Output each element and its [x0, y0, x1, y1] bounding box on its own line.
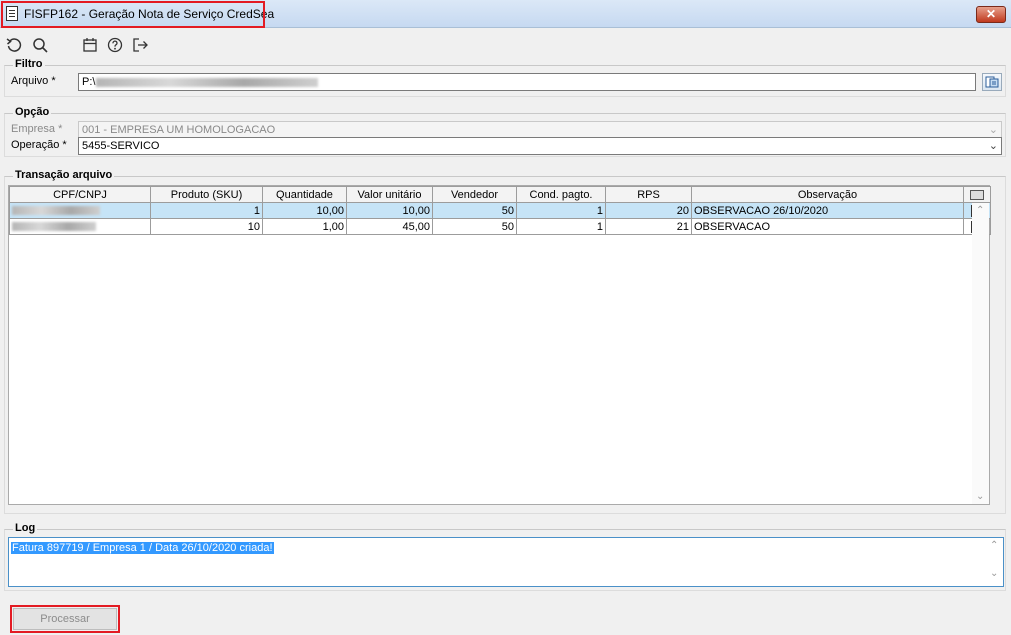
select-all-icon[interactable] — [970, 189, 984, 200]
obs-cell: OBSERVACAO 26/10/2020 — [691, 202, 964, 219]
cpf-cell — [9, 218, 151, 235]
browse-file-button[interactable] — [982, 73, 1002, 91]
valor-cell: 45,00 — [346, 218, 433, 235]
filtro-title: Filtro — [13, 58, 45, 70]
chevron-down-icon[interactable]: ⌄ — [989, 139, 998, 152]
calendar-icon[interactable] — [81, 36, 99, 54]
cpf-cell — [9, 202, 151, 219]
log-message: Fatura 897719 / Empresa 1 / Data 26/10/2… — [11, 542, 274, 554]
select-all-header[interactable] — [963, 186, 991, 203]
log-textarea[interactable]: Fatura 897719 / Empresa 1 / Data 26/10/2… — [8, 537, 1004, 587]
vendedor-cell: 50 — [432, 218, 517, 235]
redacted-path — [96, 77, 319, 87]
operacao-value: 5455-SERVICO — [82, 140, 160, 152]
rps-cell: 21 — [605, 218, 692, 235]
chevron-down-icon: ⌄ — [988, 124, 998, 136]
arquivo-value: P:\ — [82, 76, 96, 88]
scroll-up-icon[interactable]: ⌃ — [976, 205, 984, 216]
close-button[interactable]: ✕ — [976, 6, 1006, 23]
redacted-cpf — [12, 222, 96, 232]
valor-cell: 10,00 — [346, 202, 433, 219]
column-header[interactable]: Cond. pagto. — [516, 186, 606, 203]
column-header[interactable]: Vendedor — [432, 186, 517, 203]
search-icon[interactable] — [31, 36, 49, 54]
redacted-cpf — [12, 206, 100, 216]
column-header[interactable]: Quantidade — [262, 186, 347, 203]
undo-icon[interactable] — [5, 36, 23, 54]
operacao-label: Operação * — [11, 139, 67, 151]
empresa-value: 001 - EMPRESA UM HOMOLOGACAO — [82, 124, 276, 136]
column-header[interactable]: Valor unitário — [346, 186, 433, 203]
column-header[interactable]: Produto (SKU) — [150, 186, 263, 203]
rps-cell: 20 — [605, 202, 692, 219]
operacao-select[interactable]: 5455-SERVICO ⌄ — [78, 137, 1002, 155]
empresa-label: Empresa * — [11, 123, 63, 135]
transacao-table: CPF/CNPJ Produto (SKU) Quantidade Valor … — [8, 185, 991, 505]
table-header-row: CPF/CNPJ Produto (SKU) Quantidade Valor … — [9, 186, 991, 203]
obs-cell: OBSERVACAO — [691, 218, 964, 235]
quantidade-cell: 1,00 — [262, 218, 347, 235]
scroll-down-icon[interactable]: ⌄ — [976, 491, 984, 502]
scroll-up-icon[interactable]: ⌃ — [990, 540, 998, 551]
column-header[interactable]: Observação — [691, 186, 964, 203]
quantidade-cell: 10,00 — [262, 202, 347, 219]
cond-cell: 1 — [516, 202, 606, 219]
arquivo-field[interactable]: P:\ — [78, 73, 976, 91]
process-highlight — [10, 605, 120, 633]
vendedor-cell: 50 — [432, 202, 517, 219]
title-highlight — [1, 1, 265, 28]
table-row[interactable]: 10 1,00 45,00 50 1 21 OBSERVACAO — [9, 218, 991, 235]
produto-cell: 10 — [150, 218, 263, 235]
opcao-title: Opção — [13, 106, 52, 118]
browse-icon — [985, 76, 999, 88]
table-scrollbar[interactable]: ⌃ ⌄ — [972, 203, 989, 504]
cond-cell: 1 — [516, 218, 606, 235]
produto-cell: 1 — [150, 202, 263, 219]
table-row[interactable]: 1 10,00 10,00 50 1 20 OBSERVACAO 26/10/2… — [9, 202, 991, 219]
scroll-down-icon[interactable]: ⌄ — [990, 568, 998, 579]
transacao-title: Transação arquivo — [13, 169, 115, 181]
help-icon[interactable] — [106, 36, 124, 54]
arquivo-label: Arquivo * — [11, 75, 56, 87]
log-title: Log — [13, 522, 38, 534]
column-header[interactable]: RPS — [605, 186, 692, 203]
exit-icon[interactable] — [131, 36, 149, 54]
column-header[interactable]: CPF/CNPJ — [9, 186, 151, 203]
